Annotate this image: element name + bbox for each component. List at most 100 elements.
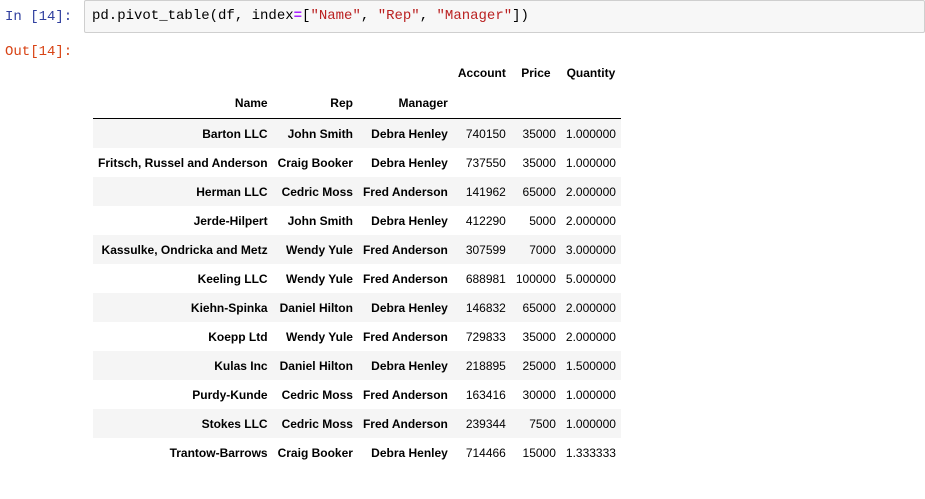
cell-account: 737550 [465, 155, 506, 170]
output-prompt: Out[14]: [5, 44, 73, 60]
code-comma: , [419, 8, 437, 24]
row-manager: Fred Anderson [362, 416, 448, 431]
row-rep: Daniel Hilton [279, 300, 353, 315]
cell-account: 239344 [465, 416, 506, 431]
row-name: Purdy-Kunde [192, 387, 268, 402]
cell-price: 15000 [522, 445, 556, 460]
row-manager: Debra Henley [371, 126, 448, 141]
cell-price: 25000 [522, 358, 556, 373]
column-header-row: Account Price Quantity [93, 57, 621, 88]
row-name: Jerde-Hilpert [193, 213, 268, 228]
row-name: Koepp Ltd [208, 329, 268, 344]
cell-price: 7500 [529, 416, 556, 431]
table-row: Herman LLC Cedric Moss Fred Anderson 141962… [93, 177, 621, 206]
cell-price: 30000 [522, 387, 556, 402]
row-rep: Cedric Moss [281, 387, 353, 402]
table-row: Kassulke, Ondricka and Metz Wendy Yule Fre… [93, 235, 621, 264]
table-row: Keeling LLC Wendy Yule Fred Anderson 688981… [93, 264, 621, 293]
code-operator: = [293, 8, 303, 24]
index-name-manager: Manager [398, 96, 448, 110]
row-name: Kulas Inc [214, 358, 268, 373]
row-manager: Fred Anderson [362, 271, 448, 286]
row-name: Kiehn-Spinka [190, 300, 268, 315]
table-body: Barton LLC John Smith Debra Henley 740150 35… [93, 118, 621, 467]
cell-quantity: 1.000000 [565, 387, 616, 402]
row-manager: Debra Henley [371, 213, 448, 228]
row-manager: Fred Anderson [362, 329, 448, 344]
cell-account: 714466 [465, 445, 506, 460]
cell-price: 65000 [522, 300, 556, 315]
cell-price: 100000 [515, 271, 556, 286]
row-rep: Cedric Moss [281, 184, 353, 199]
cell-quantity: 1.000000 [565, 416, 616, 431]
blank-header [511, 88, 561, 119]
row-name: Herman LLC [196, 184, 268, 199]
table-row: Fritsch, Russel and Anderson Craig Booker… [93, 148, 621, 177]
cell-price: 35000 [522, 329, 556, 344]
row-manager: Debra Henley [371, 445, 448, 460]
scrollbar-track[interactable] [918, 35, 925, 499]
row-manager: Debra Henley [371, 358, 448, 373]
cell-price: 35000 [522, 126, 556, 141]
table-row: Kulas Inc Daniel Hilton Debra Henley 218895… [93, 351, 621, 380]
table-row: Barton LLC John Smith Debra Henley 740150 35… [93, 118, 621, 148]
row-name: Barton LLC [202, 126, 268, 141]
row-rep: John Smith [287, 213, 353, 228]
table-row: Kiehn-Spinka Daniel Hilton Debra Henley 146… [93, 293, 621, 322]
index-name-rep: Rep [330, 96, 353, 110]
cell-quantity: 1.500000 [565, 358, 616, 373]
code-cell-input[interactable]: pd.pivot_table(df, index=["Name", "Rep",… [84, 0, 925, 33]
cell-account: 218895 [465, 358, 506, 373]
blank-header [93, 57, 273, 88]
code-bracket-close: ]) [512, 8, 529, 24]
blank-header [273, 57, 358, 88]
row-name: Stokes LLC [201, 416, 268, 431]
table-row: Trantow-Barrows Craig Booker Debra Henley 7… [93, 438, 621, 467]
cell-account: 729833 [465, 329, 506, 344]
code-string-name: "Name" [310, 8, 361, 24]
row-manager: Fred Anderson [362, 242, 448, 257]
cell-account: 146832 [465, 300, 506, 315]
input-prompt: In [14]: [5, 9, 73, 25]
cell-account: 307599 [465, 242, 506, 257]
code-string-manager: "Manager" [436, 8, 513, 24]
cell-quantity: 1.333333 [565, 445, 616, 460]
index-name-row: Name Rep Manager [93, 88, 621, 119]
code-string-rep: "Rep" [377, 8, 420, 24]
cell-account: 163416 [465, 387, 506, 402]
cell-quantity: 1.000000 [565, 126, 616, 141]
cell-price: 65000 [522, 184, 556, 199]
row-manager: Debra Henley [371, 300, 448, 315]
row-name: Fritsch, Russel and Anderson [98, 155, 268, 170]
row-rep: John Smith [287, 126, 353, 141]
cell-quantity: 5.000000 [565, 271, 616, 286]
table-row: Purdy-Kunde Cedric Moss Fred Anderson 16341… [93, 380, 621, 409]
cell-price: 35000 [522, 155, 556, 170]
table-row: Koepp Ltd Wendy Yule Fred Anderson 729833 35… [93, 322, 621, 351]
row-rep: Daniel Hilton [279, 358, 353, 373]
column-header-price: Price [521, 65, 551, 80]
code-comma: , [360, 8, 378, 24]
column-header-account: Account [457, 65, 506, 80]
row-rep: Craig Booker [277, 155, 353, 170]
row-rep: Cedric Moss [281, 416, 353, 431]
row-rep: Craig Booker [277, 445, 353, 460]
cell-quantity: 2.000000 [565, 213, 616, 228]
cell-quantity: 3.000000 [565, 242, 616, 257]
column-header-quantity: Quantity [566, 65, 616, 80]
cell-quantity: 2.000000 [565, 300, 616, 315]
cell-account: 688981 [465, 271, 506, 286]
table-row: Jerde-Hilpert John Smith Debra Henley 41229… [93, 206, 621, 235]
row-name: Keeling LLC [197, 271, 268, 286]
cell-quantity: 2.000000 [565, 329, 616, 344]
cell-account: 141962 [465, 184, 506, 199]
row-rep: Wendy Yule [286, 329, 353, 344]
cell-price: 5000 [529, 213, 556, 228]
blank-header [453, 88, 511, 119]
row-manager: Fred Anderson [362, 184, 448, 199]
cell-account: 740150 [465, 126, 506, 141]
row-name: Trantow-Barrows [169, 445, 268, 460]
index-name-name: Name [234, 96, 268, 110]
row-manager: Debra Henley [371, 155, 448, 170]
table-row: Stokes LLC Cedric Moss Fred Anderson 239344… [93, 409, 621, 438]
